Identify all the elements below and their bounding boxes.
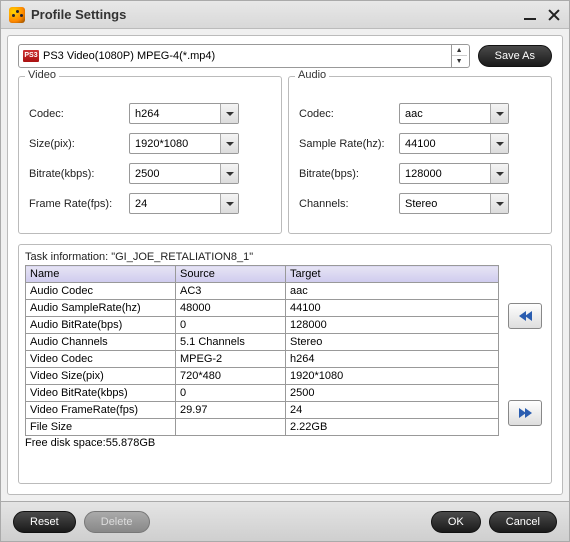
- video-bitrate-combo[interactable]: 2500: [129, 163, 239, 184]
- cell-name: Audio SampleRate(hz): [26, 300, 176, 317]
- chevron-down-icon[interactable]: [490, 164, 508, 183]
- audio-section: Audio Codec: aac Sample Rate(hz): 44100 …: [288, 76, 552, 234]
- cell-source: 48000: [176, 300, 286, 317]
- audio-channels-combo[interactable]: Stereo: [399, 193, 509, 214]
- cell-target: 2.22GB: [286, 419, 499, 436]
- chevron-down-icon[interactable]: [220, 194, 238, 213]
- table-row: Video BitRate(kbps)02500: [26, 385, 499, 402]
- cell-target: Stereo: [286, 334, 499, 351]
- video-section: Video Codec: h264 Size(pix): 1920*1080 B…: [18, 76, 282, 234]
- cell-target: h264: [286, 351, 499, 368]
- cell-name: Video FrameRate(fps): [26, 402, 176, 419]
- audio-samplerate-combo[interactable]: 44100: [399, 133, 509, 154]
- video-framerate-combo[interactable]: 24: [129, 193, 239, 214]
- cell-target: 2500: [286, 385, 499, 402]
- cell-source: 0: [176, 317, 286, 334]
- chevron-down-icon[interactable]: [220, 164, 238, 183]
- table-row: File Size 2.22GB: [26, 419, 499, 436]
- free-disk-space: Free disk space:55.878GB: [25, 437, 499, 449]
- table-row: Video Size(pix)720*4801920*1080: [26, 368, 499, 385]
- next-task-button[interactable]: [508, 400, 542, 426]
- prev-task-button[interactable]: [508, 303, 542, 329]
- chevron-up-icon[interactable]: ▲: [452, 45, 467, 56]
- reset-button[interactable]: Reset: [13, 511, 76, 533]
- app-icon: [9, 7, 25, 23]
- video-framerate-label: Frame Rate(fps):: [29, 198, 129, 210]
- profile-icon: PS3: [23, 50, 39, 62]
- audio-codec-combo[interactable]: aac: [399, 103, 509, 124]
- cell-target: aac: [286, 283, 499, 300]
- audio-bitrate-label: Bitrate(bps):: [299, 168, 399, 180]
- task-info-table: Name Source Target Audio CodecAC3aacAudi…: [25, 265, 499, 436]
- task-info-title: Task information: "GI_JOE_RETALIATION8_1…: [25, 251, 499, 263]
- video-codec-label: Codec:: [29, 108, 129, 120]
- video-bitrate-label: Bitrate(kbps):: [29, 168, 129, 180]
- video-size-label: Size(pix):: [29, 138, 129, 150]
- cell-name: Audio Channels: [26, 334, 176, 351]
- table-row: Audio CodecAC3aac: [26, 283, 499, 300]
- minimize-icon[interactable]: [523, 8, 537, 22]
- delete-button: Delete: [84, 511, 150, 533]
- cell-source: AC3: [176, 283, 286, 300]
- save-as-button[interactable]: Save As: [478, 45, 552, 67]
- ok-button[interactable]: OK: [431, 511, 481, 533]
- video-size-combo[interactable]: 1920*1080: [129, 133, 239, 154]
- table-row: Audio SampleRate(hz)4800044100: [26, 300, 499, 317]
- cell-target: 24: [286, 402, 499, 419]
- table-row: Video FrameRate(fps)29.9724: [26, 402, 499, 419]
- footer: Reset Delete OK Cancel: [1, 501, 569, 541]
- video-codec-combo[interactable]: h264: [129, 103, 239, 124]
- video-heading: Video: [25, 69, 59, 81]
- titlebar: Profile Settings: [1, 1, 569, 29]
- audio-codec-label: Codec:: [299, 108, 399, 120]
- cell-name: Audio BitRate(bps): [26, 317, 176, 334]
- cell-name: Video BitRate(kbps): [26, 385, 176, 402]
- chevron-down-icon[interactable]: [490, 194, 508, 213]
- audio-heading: Audio: [295, 69, 329, 81]
- profile-select[interactable]: PS3 PS3 Video(1080P) MPEG-4(*.mp4) ▲▼: [18, 44, 470, 68]
- col-source: Source: [176, 266, 286, 283]
- cell-source: 720*480: [176, 368, 286, 385]
- content-area: PS3 PS3 Video(1080P) MPEG-4(*.mp4) ▲▼ Sa…: [7, 35, 563, 495]
- cell-target: 1920*1080: [286, 368, 499, 385]
- cell-name: File Size: [26, 419, 176, 436]
- close-icon[interactable]: [547, 8, 561, 22]
- cell-source: 29.97: [176, 402, 286, 419]
- table-row: Video CodecMPEG-2h264: [26, 351, 499, 368]
- cancel-button[interactable]: Cancel: [489, 511, 557, 533]
- cell-source: 0: [176, 385, 286, 402]
- table-row: Audio Channels5.1 ChannelsStereo: [26, 334, 499, 351]
- cell-name: Video Codec: [26, 351, 176, 368]
- cell-source: [176, 419, 286, 436]
- audio-bitrate-combo[interactable]: 128000: [399, 163, 509, 184]
- cell-target: 128000: [286, 317, 499, 334]
- profile-spinner[interactable]: ▲▼: [451, 45, 467, 67]
- chevron-down-icon[interactable]: [220, 104, 238, 123]
- task-panel: Task information: "GI_JOE_RETALIATION8_1…: [18, 244, 552, 484]
- audio-channels-label: Channels:: [299, 198, 399, 210]
- chevron-down-icon[interactable]: [490, 104, 508, 123]
- profile-settings-window: Profile Settings PS3 PS3 Video(1080P) MP…: [0, 0, 570, 542]
- cell-target: 44100: [286, 300, 499, 317]
- profile-selected-text: PS3 Video(1080P) MPEG-4(*.mp4): [43, 50, 451, 62]
- chevron-down-icon[interactable]: [490, 134, 508, 153]
- cell-name: Audio Codec: [26, 283, 176, 300]
- audio-samplerate-label: Sample Rate(hz):: [299, 138, 399, 150]
- chevron-down-icon[interactable]: [220, 134, 238, 153]
- cell-name: Video Size(pix): [26, 368, 176, 385]
- chevron-down-icon[interactable]: ▼: [452, 56, 467, 67]
- window-title: Profile Settings: [31, 7, 523, 22]
- cell-source: MPEG-2: [176, 351, 286, 368]
- col-target: Target: [286, 266, 499, 283]
- col-name: Name: [26, 266, 176, 283]
- cell-source: 5.1 Channels: [176, 334, 286, 351]
- table-row: Audio BitRate(bps)0128000: [26, 317, 499, 334]
